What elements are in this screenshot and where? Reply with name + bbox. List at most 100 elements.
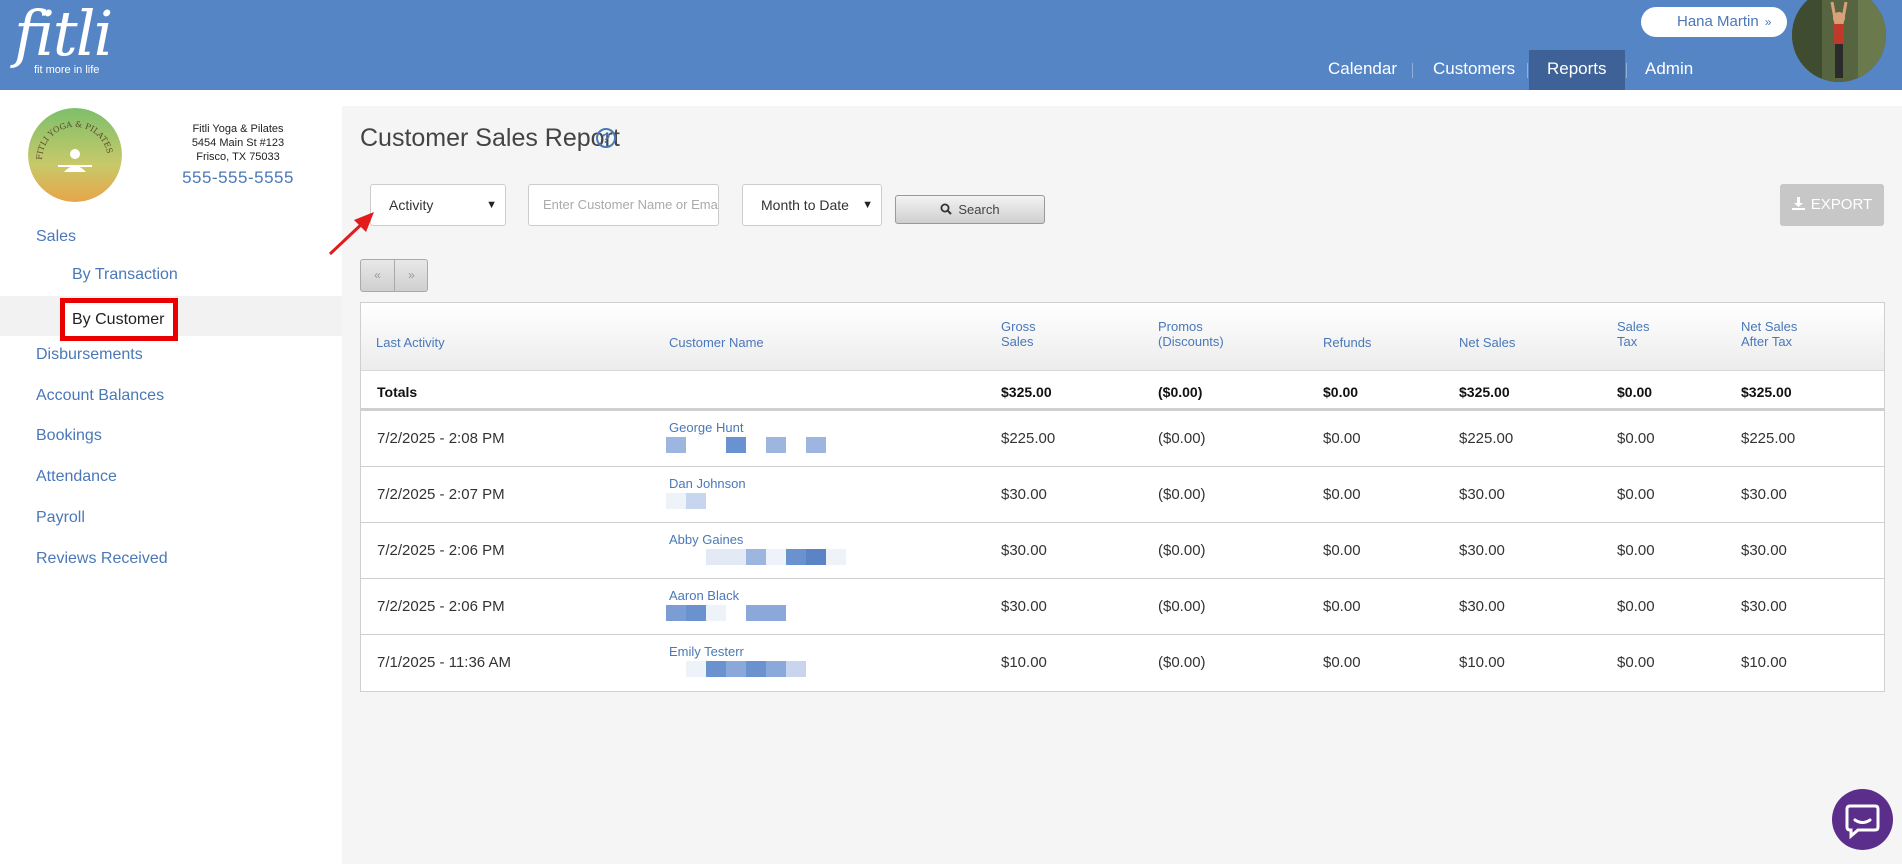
sort-by-value: Activity [389,197,434,213]
customer-sales-table: Last Activity Customer Name Gross Sales P… [360,302,1885,692]
totals-label: Totals [377,384,418,400]
row-activity: 7/2/2025 - 2:08 PM [377,430,505,447]
nav-divider [1527,63,1528,78]
sidebar-item-account-balances[interactable]: Account Balances [36,387,164,405]
studio-phone[interactable]: 555-555-5555 [160,168,316,188]
totals-after-tax: $325.00 [1741,384,1792,400]
col-customer-name[interactable]: Customer Name [669,335,764,350]
totals-gross: $325.00 [1001,384,1052,400]
nav-customers[interactable]: Customers [1433,50,1515,88]
table-row[interactable]: 7/2/2025 - 2:08 PM George Hunt $225.00 (… [361,411,1884,467]
chevron-down-icon: » [1764,15,1772,29]
row-gross: $30.00 [1001,542,1047,559]
sidebar-item-by-transaction[interactable]: By Transaction [72,266,178,284]
col-refunds[interactable]: Refunds [1323,335,1371,350]
studio-logo: FITLI YOGA & PILATES [28,108,122,202]
totals-refunds: $0.00 [1323,384,1359,400]
table-row[interactable]: 7/2/2025 - 2:07 PM Dan Johnson $30.00 ($… [361,467,1884,523]
date-range-select[interactable]: Month to Date ▼ [742,184,882,226]
search-button-label: Search [958,202,1000,217]
date-range-value: Month to Date [761,197,849,213]
top-header: fitli fit more in life Hana Martin » Cale… [0,0,1902,90]
col-gross-sales[interactable]: Gross Sales [1001,319,1036,349]
user-menu-button[interactable]: Hana Martin » [1641,7,1787,37]
page-title: Customer Sales Report [360,124,620,152]
chat-widget-button[interactable] [1832,789,1893,850]
annotation-arrow [328,212,374,256]
row-net: $225.00 [1459,430,1514,447]
chevron-down-icon: ▼ [486,199,497,211]
row-promos: ($0.00) [1158,430,1206,447]
col-net-sales[interactable]: Net Sales [1459,335,1515,350]
fitli-logo[interactable]: fitli fit more in life [14,3,113,77]
export-button[interactable]: EXPORT [1780,184,1884,226]
row-refunds: $0.00 [1323,654,1361,671]
row-tax: $0.00 [1617,542,1655,559]
table-row[interactable]: 7/1/2025 - 11:36 AM Emily Testerr $10.00… [361,635,1884,691]
customer-name-link[interactable]: Abby Gaines [669,532,743,547]
pager-prev-button[interactable]: « [361,260,394,291]
row-net: $10.00 [1459,654,1505,671]
customer-name-link[interactable]: Aaron Black [669,588,739,603]
row-after-tax: $30.00 [1741,598,1787,615]
row-activity: 7/1/2025 - 11:36 AM [377,654,511,671]
row-refunds: $0.00 [1323,486,1361,503]
sidebar: FITLI YOGA & PILATES Fitli Yoga & Pilate… [0,90,342,864]
export-button-label: EXPORT [1810,196,1873,213]
user-name: Hana Martin [1677,13,1759,30]
user-avatar[interactable] [1792,0,1886,82]
nav-calendar[interactable]: Calendar [1328,50,1397,88]
sidebar-item-by-customer[interactable]: By Customer [60,298,178,341]
col-net-after-tax[interactable]: Net Sales After Tax [1741,319,1797,349]
row-activity: 7/2/2025 - 2:06 PM [377,542,505,559]
nav-reports[interactable]: Reports [1529,50,1625,90]
help-icon[interactable]: ? [596,128,616,148]
sidebar-item-bookings[interactable]: Bookings [36,427,102,445]
row-refunds: $0.00 [1323,598,1361,615]
sidebar-item-payroll[interactable]: Payroll [36,509,85,527]
row-gross: $30.00 [1001,486,1047,503]
row-promos: ($0.00) [1158,486,1206,503]
customer-name-link[interactable]: George Hunt [669,420,743,435]
sort-by-select[interactable]: Activity ▼ [370,184,506,226]
col-promos[interactable]: Promos (Discounts) [1158,319,1224,349]
row-promos: ($0.00) [1158,598,1206,615]
studio-info: Fitli Yoga & Pilates 5454 Main St #123 F… [160,122,316,188]
row-refunds: $0.00 [1323,542,1361,559]
table-row[interactable]: 7/2/2025 - 2:06 PM Abby Gaines $30.00 ($… [361,523,1884,579]
nav-admin[interactable]: Admin [1645,50,1693,88]
studio-address-line1: 5454 Main St #123 [191,137,285,149]
pagination: « » [360,259,428,292]
row-after-tax: $30.00 [1741,486,1787,503]
col-sales-tax[interactable]: Sales Tax [1617,319,1650,349]
nav-divider [1412,63,1413,78]
search-icon [940,203,953,215]
sidebar-item-attendance[interactable]: Attendance [36,468,117,486]
totals-promos: ($0.00) [1158,384,1203,400]
studio-name: Fitli Yoga & Pilates [192,123,284,135]
customer-name-link[interactable]: Dan Johnson [669,476,746,491]
sidebar-item-disbursements[interactable]: Disbursements [36,346,143,364]
logo-tagline: fit more in life [34,64,100,76]
row-promos: ($0.00) [1158,542,1206,559]
row-activity: 7/2/2025 - 2:07 PM [377,486,505,503]
row-tax: $0.00 [1617,598,1655,615]
table-header: Last Activity Customer Name Gross Sales P… [361,303,1884,371]
sidebar-item-reviews-received[interactable]: Reviews Received [36,550,168,568]
row-gross: $10.00 [1001,654,1047,671]
row-refunds: $0.00 [1323,430,1361,447]
pager-next-button[interactable]: » [395,260,428,291]
col-last-activity[interactable]: Last Activity [376,335,445,350]
search-button[interactable]: Search [895,195,1045,224]
totals-row: Totals $325.00 ($0.00) $0.00 $325.00 $0.… [361,371,1884,411]
row-gross: $225.00 [1001,430,1056,447]
row-net: $30.00 [1459,542,1505,559]
totals-net: $325.00 [1459,384,1510,400]
customer-search-input[interactable]: Enter Customer Name or Email [528,184,719,226]
sidebar-item-sales[interactable]: Sales [36,228,76,246]
download-icon [1791,197,1805,210]
row-after-tax: $30.00 [1741,542,1787,559]
customer-name-link[interactable]: Emily Testerr [669,644,744,659]
table-row[interactable]: 7/2/2025 - 2:06 PM Aaron Black $30.00 ($… [361,579,1884,635]
row-tax: $0.00 [1617,486,1655,503]
